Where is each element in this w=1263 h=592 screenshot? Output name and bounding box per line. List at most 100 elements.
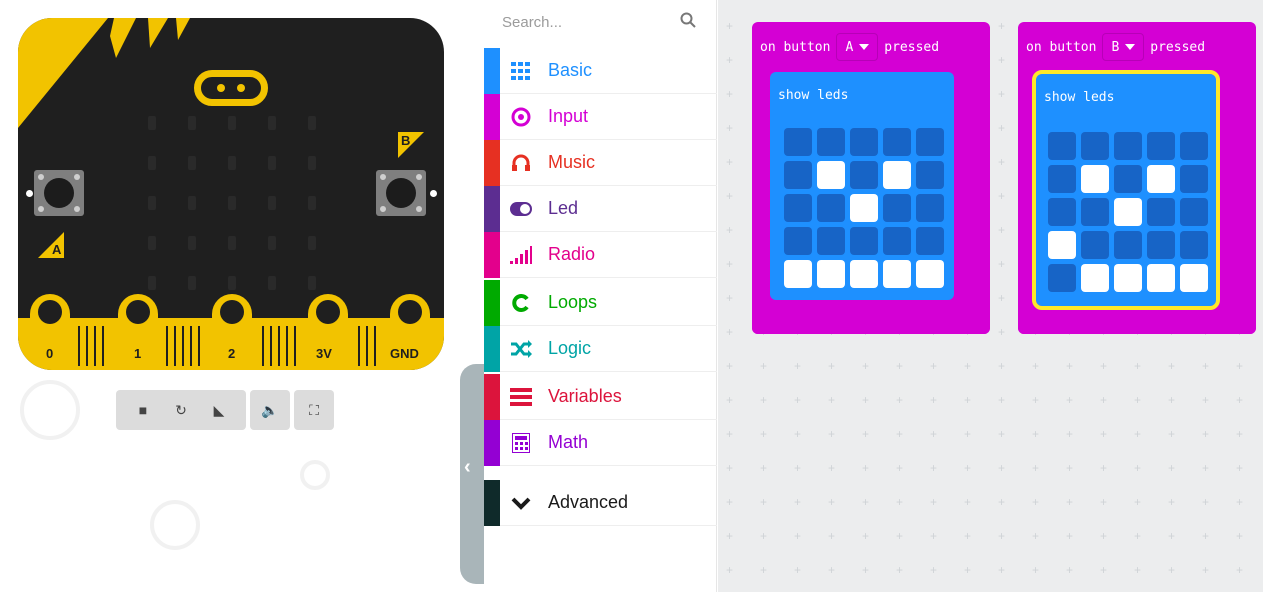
led-cell[interactable]: [1180, 231, 1208, 259]
event-block-button-a[interactable]: on button A pressed show leds: [752, 22, 990, 334]
board-led: [228, 196, 236, 210]
led-cell[interactable]: [1048, 132, 1076, 160]
led-cell[interactable]: [1114, 198, 1142, 226]
grid-mark: +: [964, 461, 972, 475]
led-cell[interactable]: [850, 194, 878, 222]
search-icon[interactable]: [680, 12, 696, 28]
led-cell[interactable]: [850, 128, 878, 156]
led-cell[interactable]: [916, 128, 944, 156]
led-cell[interactable]: [1081, 198, 1109, 226]
category-music[interactable]: Music: [484, 140, 717, 186]
led-cell[interactable]: [850, 260, 878, 288]
restart-icon[interactable]: ↻: [170, 402, 192, 419]
logo-face: [194, 70, 268, 106]
category-label: Math: [548, 432, 589, 452]
category-label: Advanced: [548, 492, 629, 512]
led-cell[interactable]: [1114, 231, 1142, 259]
led-cell[interactable]: [1048, 231, 1076, 259]
grid-mark: +: [726, 393, 734, 407]
category-input[interactable]: Input: [484, 94, 717, 140]
led-cell[interactable]: [784, 161, 812, 189]
category-basic[interactable]: Basic: [484, 48, 717, 94]
grid-mark: +: [794, 427, 802, 441]
led-cell[interactable]: [1147, 198, 1175, 226]
led-cell[interactable]: [1081, 231, 1109, 259]
category-variables[interactable]: Variables: [484, 374, 717, 420]
led-cell[interactable]: [1180, 165, 1208, 193]
led-cell[interactable]: [784, 128, 812, 156]
led-cell[interactable]: [1114, 264, 1142, 292]
led-cell[interactable]: [916, 194, 944, 222]
grid-mark: +: [896, 529, 904, 543]
led-cell[interactable]: [1147, 132, 1175, 160]
grid-mark: +: [1168, 393, 1176, 407]
show-leds-block[interactable]: show leds: [770, 72, 954, 300]
category-loops[interactable]: Loops: [484, 280, 717, 326]
led-cell[interactable]: [1048, 165, 1076, 193]
led-cell[interactable]: [817, 161, 845, 189]
category-color-bar: [484, 480, 500, 526]
button-dropdown[interactable]: A: [836, 33, 879, 61]
snail-icon[interactable]: ◣: [208, 402, 230, 419]
board-led: [308, 236, 316, 250]
chevron-down-icon: [510, 492, 532, 514]
category-radio[interactable]: Radio: [484, 232, 717, 278]
category-logic[interactable]: Logic: [484, 326, 717, 372]
calculator-icon: [510, 432, 532, 454]
button-b[interactable]: [376, 170, 426, 216]
event-block-button-b[interactable]: on button B pressed show leds: [1018, 22, 1256, 334]
led-cell[interactable]: [916, 161, 944, 189]
led-cell[interactable]: [1180, 132, 1208, 160]
led-cell[interactable]: [850, 161, 878, 189]
led-cell[interactable]: [1147, 264, 1175, 292]
led-cell[interactable]: [1147, 231, 1175, 259]
category-led[interactable]: Led: [484, 186, 717, 232]
led-cell[interactable]: [784, 194, 812, 222]
led-cell[interactable]: [883, 128, 911, 156]
led-cell[interactable]: [883, 260, 911, 288]
category-math[interactable]: Math: [484, 420, 717, 466]
led-cell[interactable]: [883, 161, 911, 189]
led-cell[interactable]: [817, 194, 845, 222]
grid-mark: +: [998, 563, 1006, 577]
category-color-bar: [484, 186, 500, 232]
show-leds-block-selected[interactable]: show leds: [1032, 70, 1220, 310]
led-cell[interactable]: [784, 227, 812, 255]
led-cell[interactable]: [1147, 165, 1175, 193]
search-input[interactable]: [502, 10, 672, 34]
led-cell[interactable]: [784, 260, 812, 288]
grid-mark: +: [1032, 393, 1040, 407]
led-cell[interactable]: [1048, 264, 1076, 292]
stop-icon[interactable]: ■: [132, 402, 154, 418]
grid-mark: +: [726, 223, 734, 237]
led-cell[interactable]: [817, 128, 845, 156]
led-cell[interactable]: [850, 227, 878, 255]
button-dropdown[interactable]: B: [1102, 33, 1145, 61]
grid-mark: +: [896, 359, 904, 373]
led-cell[interactable]: [883, 227, 911, 255]
grid-mark: +: [760, 461, 768, 475]
led-cell[interactable]: [1081, 165, 1109, 193]
category-advanced[interactable]: Advanced: [484, 480, 717, 526]
code-workspace[interactable]: + + + + + + + + + + + + + + + + + + + + + + + + + + + + + + + + + + + + + + + +…: [718, 0, 1263, 592]
led-cell[interactable]: [916, 260, 944, 288]
button-a[interactable]: [34, 170, 84, 216]
mute-button[interactable]: 🔈: [250, 390, 290, 430]
led-cell[interactable]: [883, 194, 911, 222]
background-doodle: [20, 380, 80, 440]
led-cell[interactable]: [1114, 165, 1142, 193]
grid-mark: +: [1202, 495, 1210, 509]
grid-mark: +: [862, 359, 870, 373]
led-cell[interactable]: [817, 227, 845, 255]
led-cell[interactable]: [1180, 198, 1208, 226]
led-cell[interactable]: [1081, 132, 1109, 160]
led-cell[interactable]: [1114, 132, 1142, 160]
led-cell[interactable]: [1081, 264, 1109, 292]
led-cell[interactable]: [1180, 264, 1208, 292]
board-led: [188, 116, 196, 130]
fullscreen-button[interactable]: ⛶: [294, 390, 334, 430]
led-cell[interactable]: [1048, 198, 1076, 226]
led-cell[interactable]: [916, 227, 944, 255]
led-cell[interactable]: [817, 260, 845, 288]
grid-mark: +: [1134, 427, 1142, 441]
